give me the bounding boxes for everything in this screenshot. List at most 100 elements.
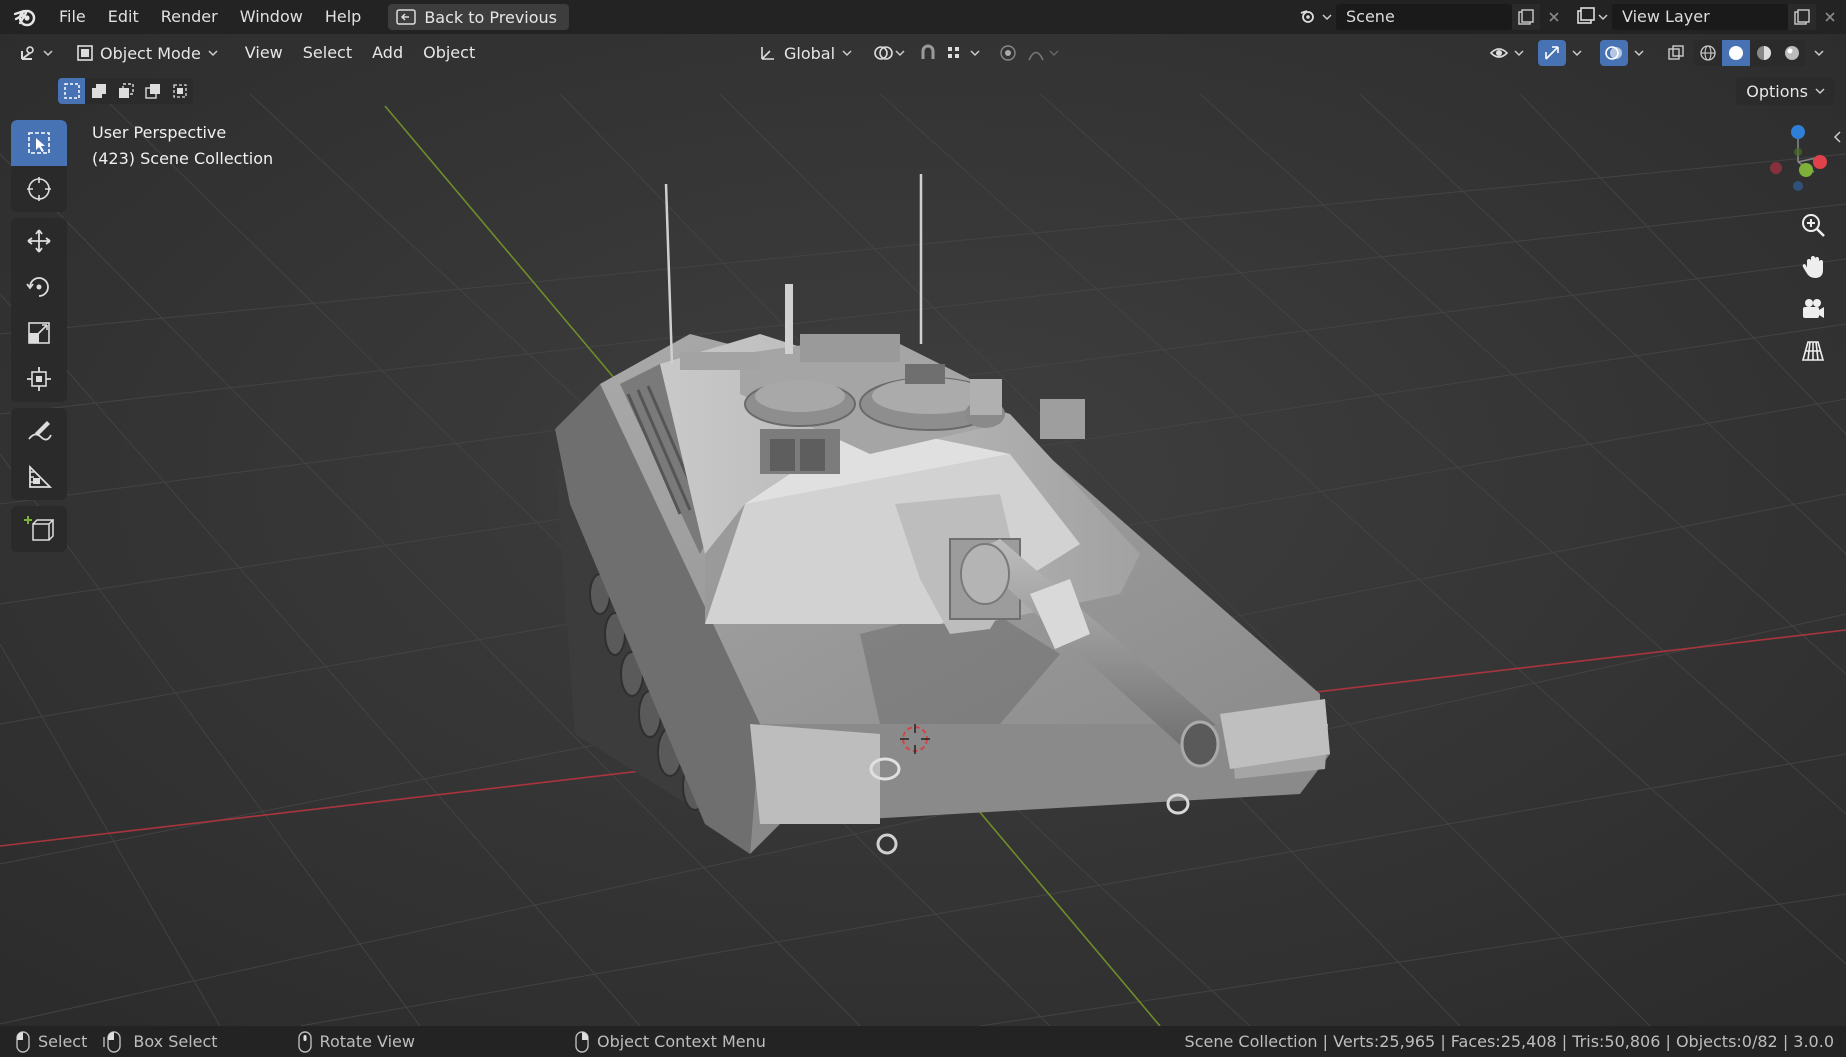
select-extend-icon[interactable]: [85, 78, 112, 104]
status-select-label: Select: [38, 1032, 88, 1051]
viewport-info: User Perspective (423) Scene Collection: [92, 120, 273, 172]
measure-icon: [29, 464, 52, 488]
menu-edit[interactable]: Edit: [97, 0, 150, 34]
add-cube-tool[interactable]: [11, 506, 67, 552]
status-context-menu-label: Object Context Menu: [596, 1032, 766, 1051]
mouse-left-icon: [16, 1030, 30, 1053]
menu-help[interactable]: Help: [314, 0, 372, 34]
status-bar: Select Box Select Rotate View Object Con…: [0, 1026, 1846, 1057]
scale-tool[interactable]: [11, 310, 67, 356]
scale-icon: [28, 322, 50, 344]
shading-dropdown-icon[interactable]: [1808, 40, 1830, 66]
visibility-icon[interactable]: [1488, 40, 1530, 66]
menu-add[interactable]: Add: [362, 39, 413, 67]
mouse-right-icon: [575, 1030, 589, 1053]
rotate-icon: [26, 277, 49, 297]
status-box-select-label: Box Select: [133, 1032, 218, 1051]
zoom-icon[interactable]: [1796, 208, 1830, 242]
back-to-previous-label: Back to Previous: [424, 7, 558, 27]
back-icon: [396, 9, 417, 25]
measure-tool[interactable]: [11, 454, 67, 500]
editor-type-icon[interactable]: [14, 40, 58, 66]
menu-file[interactable]: File: [48, 0, 97, 34]
menu-select[interactable]: Select: [293, 39, 362, 67]
cursor-tool[interactable]: [11, 166, 67, 212]
sidebar-toggle-icon[interactable]: [1832, 130, 1842, 144]
status-select: Select: [16, 1030, 88, 1053]
3d-viewport[interactable]: Object Mode View Select Add Object Globa…: [0, 34, 1846, 1026]
menu-view[interactable]: View: [235, 39, 293, 67]
rotate-tool[interactable]: [11, 264, 67, 310]
scene-statistics: Scene Collection | Verts:25,965 | Faces:…: [1184, 1032, 1834, 1051]
view-layer-selector: View Layer: [1572, 4, 1844, 30]
options-dropdown[interactable]: Options: [1736, 77, 1834, 105]
material-shading-icon[interactable]: [1750, 40, 1778, 66]
delete-view-layer-icon[interactable]: [1816, 4, 1844, 30]
new-view-layer-icon[interactable]: [1788, 4, 1816, 30]
wireframe-shading-icon[interactable]: [1694, 40, 1722, 66]
menu-object[interactable]: Object: [413, 39, 485, 67]
gizmo-toggle-icon[interactable]: [1538, 40, 1566, 66]
transform-orientation-label: Global: [784, 43, 836, 63]
snap-toggle-icon[interactable]: [914, 40, 942, 66]
pivot-point-icon[interactable]: [870, 40, 910, 66]
chevron-down-icon: [208, 50, 218, 57]
view-name: User Perspective: [92, 123, 227, 142]
status-box-select: Box Select: [103, 1030, 218, 1053]
transform-icon: [27, 367, 51, 391]
status-rotate-view: Rotate View: [297, 1030, 415, 1053]
transform-orientation-dropdown[interactable]: Global: [750, 39, 861, 67]
select-intersect-icon[interactable]: [166, 78, 193, 104]
select-subtract-icon[interactable]: [112, 78, 139, 104]
mouse-drag-icon: [103, 1030, 122, 1053]
top-bar: File Edit Render Window Help Back to Pre…: [0, 0, 1846, 34]
object-mode-dropdown[interactable]: Object Mode: [68, 39, 227, 67]
blender-logo-icon[interactable]: [12, 4, 38, 30]
new-scene-icon[interactable]: [1512, 4, 1540, 30]
perspective-toggle-icon[interactable]: [1796, 334, 1830, 368]
selection-mode-buttons: [58, 78, 193, 104]
scene-browse-icon[interactable]: [1296, 4, 1336, 30]
chevron-down-icon: [1815, 88, 1825, 95]
select-box-icon: [28, 132, 50, 154]
move-icon: [27, 229, 51, 253]
xray-toggle-icon[interactable]: [1662, 40, 1690, 66]
tool-shelf: [11, 120, 67, 558]
back-to-previous-button[interactable]: Back to Previous: [388, 4, 570, 30]
snap-target-icon[interactable]: [944, 40, 986, 66]
overlays-toggle-icon[interactable]: [1600, 40, 1628, 66]
chevron-down-icon: [842, 50, 852, 57]
annotate-tool[interactable]: [11, 408, 67, 454]
move-tool[interactable]: [11, 218, 67, 264]
gizmo-dropdown-icon[interactable]: [1566, 40, 1588, 66]
camera-view-icon[interactable]: [1796, 292, 1830, 326]
shading-modes: [1694, 40, 1806, 66]
delete-scene-icon[interactable]: [1540, 4, 1568, 30]
menu-window[interactable]: Window: [229, 0, 314, 34]
falloff-icon[interactable]: [1024, 40, 1064, 66]
orientation-icon: [761, 47, 774, 60]
proportional-editing-icon[interactable]: [994, 40, 1022, 66]
view-layer-name-field[interactable]: View Layer: [1612, 4, 1788, 30]
select-new-icon[interactable]: [58, 78, 85, 104]
status-context-menu: Object Context Menu: [575, 1030, 766, 1053]
annotate-icon: [28, 421, 52, 441]
navigation-gizmo[interactable]: [1768, 122, 1832, 206]
scene-selector: Scene: [1296, 4, 1568, 30]
viewport-scene: [0, 34, 1846, 1026]
viewport-header: Object Mode View Select Add Object Globa…: [0, 34, 1846, 72]
rendered-shading-icon[interactable]: [1778, 40, 1806, 66]
object-mode-label: Object Mode: [100, 43, 201, 63]
options-label: Options: [1746, 81, 1808, 101]
pan-hand-icon[interactable]: [1796, 250, 1830, 284]
select-box-tool[interactable]: [11, 120, 67, 166]
add-cube-icon: [24, 516, 54, 541]
mouse-middle-icon: [297, 1030, 312, 1053]
transform-tool[interactable]: [11, 356, 67, 402]
view-layer-browse-icon[interactable]: [1572, 4, 1612, 30]
overlays-dropdown-icon[interactable]: [1628, 40, 1650, 66]
menu-render[interactable]: Render: [150, 0, 229, 34]
solid-shading-icon[interactable]: [1722, 40, 1750, 66]
select-invert-icon[interactable]: [139, 78, 166, 104]
scene-name-field[interactable]: Scene: [1336, 4, 1512, 30]
